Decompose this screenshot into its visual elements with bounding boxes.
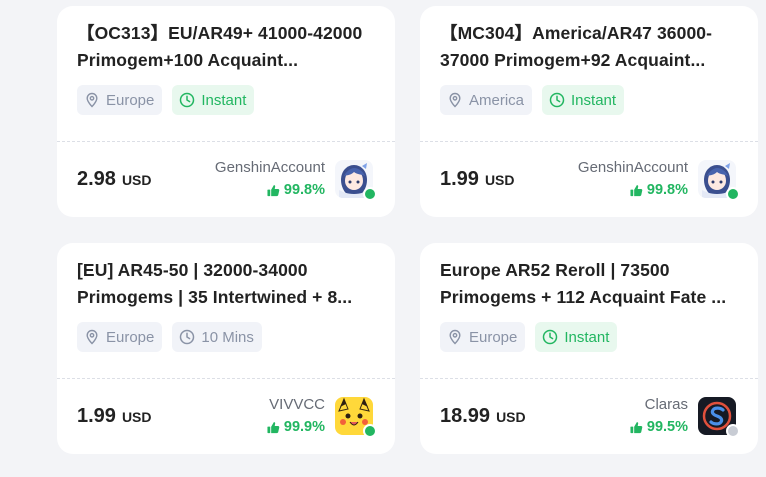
listing-card[interactable]: 【OC313】EU/AR49+ 41000-42000 Primogem+100…	[57, 6, 395, 217]
thumbs-up-icon	[267, 184, 280, 196]
divider	[57, 141, 395, 142]
thumbs-up-icon	[630, 421, 643, 433]
seller-rating: 99.9%	[267, 419, 325, 435]
seller-avatar[interactable]	[698, 397, 740, 438]
seller-name[interactable]: GenshinAccount	[578, 158, 688, 178]
location-pin-icon	[84, 92, 100, 108]
delivery-label: Instant	[201, 91, 247, 109]
seller-name[interactable]: VIVVCC	[267, 395, 325, 415]
price-currency: USD	[484, 172, 515, 188]
listing-title[interactable]: Europe AR52 Reroll | 73500 Primogems + 1…	[440, 257, 740, 311]
seller-info: GenshinAccount 99.8%	[215, 158, 325, 198]
divider	[57, 378, 395, 379]
delivery-tag: Instant	[542, 85, 625, 115]
price-amount: 18.99	[440, 405, 491, 427]
listing-card[interactable]: [EU] AR45-50 | 32000-34000 Primogems | 3…	[57, 243, 395, 454]
region-label: Europe	[106, 91, 155, 109]
listing-grid: 【OC313】EU/AR49+ 41000-42000 Primogem+100…	[0, 0, 766, 477]
divider	[420, 141, 758, 142]
offline-status-dot	[726, 424, 740, 438]
listing-tags: Europe 10 Mins	[77, 322, 262, 352]
seller-name[interactable]: Claras	[630, 395, 688, 415]
region-tag: Europe	[77, 85, 163, 115]
seller-avatar[interactable]	[698, 160, 740, 201]
listing-tags: America Instant	[440, 85, 625, 115]
rating-value: 99.9%	[283, 419, 325, 435]
seller-info: GenshinAccount 99.8%	[578, 158, 688, 198]
listing-card[interactable]: Europe AR52 Reroll | 73500 Primogems + 1…	[420, 243, 758, 454]
price-currency: USD	[121, 409, 152, 425]
clock-icon	[549, 92, 565, 108]
online-status-dot	[363, 424, 377, 438]
location-pin-icon	[447, 329, 463, 345]
delivery-label: Instant	[564, 328, 610, 346]
thumbs-up-icon	[630, 184, 643, 196]
delivery-label: Instant	[571, 91, 617, 109]
seller-info: Claras 99.5%	[630, 395, 688, 435]
seller-rating: 99.5%	[630, 419, 688, 435]
seller-name[interactable]: GenshinAccount	[215, 158, 325, 178]
delivery-tag: 10 Mins	[172, 322, 262, 352]
region-tag: Europe	[440, 322, 526, 352]
online-status-dot	[726, 187, 740, 201]
region-tag: America	[440, 85, 533, 115]
seller-avatar[interactable]	[335, 397, 377, 438]
listing-title[interactable]: [EU] AR45-50 | 32000-34000 Primogems | 3…	[77, 257, 377, 311]
clock-icon	[179, 92, 195, 108]
listing-card[interactable]: 【MC304】America/AR47 36000-37000 Primogem…	[420, 6, 758, 217]
listing-title[interactable]: 【OC313】EU/AR49+ 41000-42000 Primogem+100…	[77, 20, 377, 74]
region-label: Europe	[106, 328, 155, 346]
price-amount: 1.99	[77, 405, 116, 427]
price-amount: 1.99	[440, 168, 479, 190]
seller-rating: 99.8%	[578, 182, 688, 198]
thumbs-up-icon	[267, 421, 280, 433]
seller-rating: 99.8%	[215, 182, 325, 198]
listing-title[interactable]: 【MC304】America/AR47 36000-37000 Primogem…	[440, 20, 740, 74]
listing-tags: Europe Instant	[440, 322, 618, 352]
delivery-tag: Instant	[172, 85, 255, 115]
clock-icon	[542, 329, 558, 345]
location-pin-icon	[84, 329, 100, 345]
location-pin-icon	[447, 92, 463, 108]
rating-value: 99.8%	[283, 182, 325, 198]
seller-info: VIVVCC 99.9%	[267, 395, 325, 435]
listing-tags: Europe Instant	[77, 85, 255, 115]
seller-avatar[interactable]	[335, 160, 377, 201]
region-label: America	[469, 91, 525, 109]
price: 1.99 USD	[77, 405, 152, 428]
online-status-dot	[363, 187, 377, 201]
rating-value: 99.8%	[646, 182, 688, 198]
price-currency: USD	[121, 172, 152, 188]
region-tag: Europe	[77, 322, 163, 352]
price-currency: USD	[496, 409, 526, 425]
price-amount: 2.98	[77, 168, 116, 190]
delivery-label: 10 Mins	[201, 328, 254, 346]
delivery-tag: Instant	[535, 322, 618, 352]
price: 18.99 USD	[440, 405, 526, 428]
divider	[420, 378, 758, 379]
clock-icon	[179, 329, 195, 345]
region-label: Europe	[469, 328, 518, 346]
price: 1.99 USD	[440, 168, 515, 191]
price: 2.98 USD	[77, 168, 152, 191]
rating-value: 99.5%	[646, 419, 688, 435]
